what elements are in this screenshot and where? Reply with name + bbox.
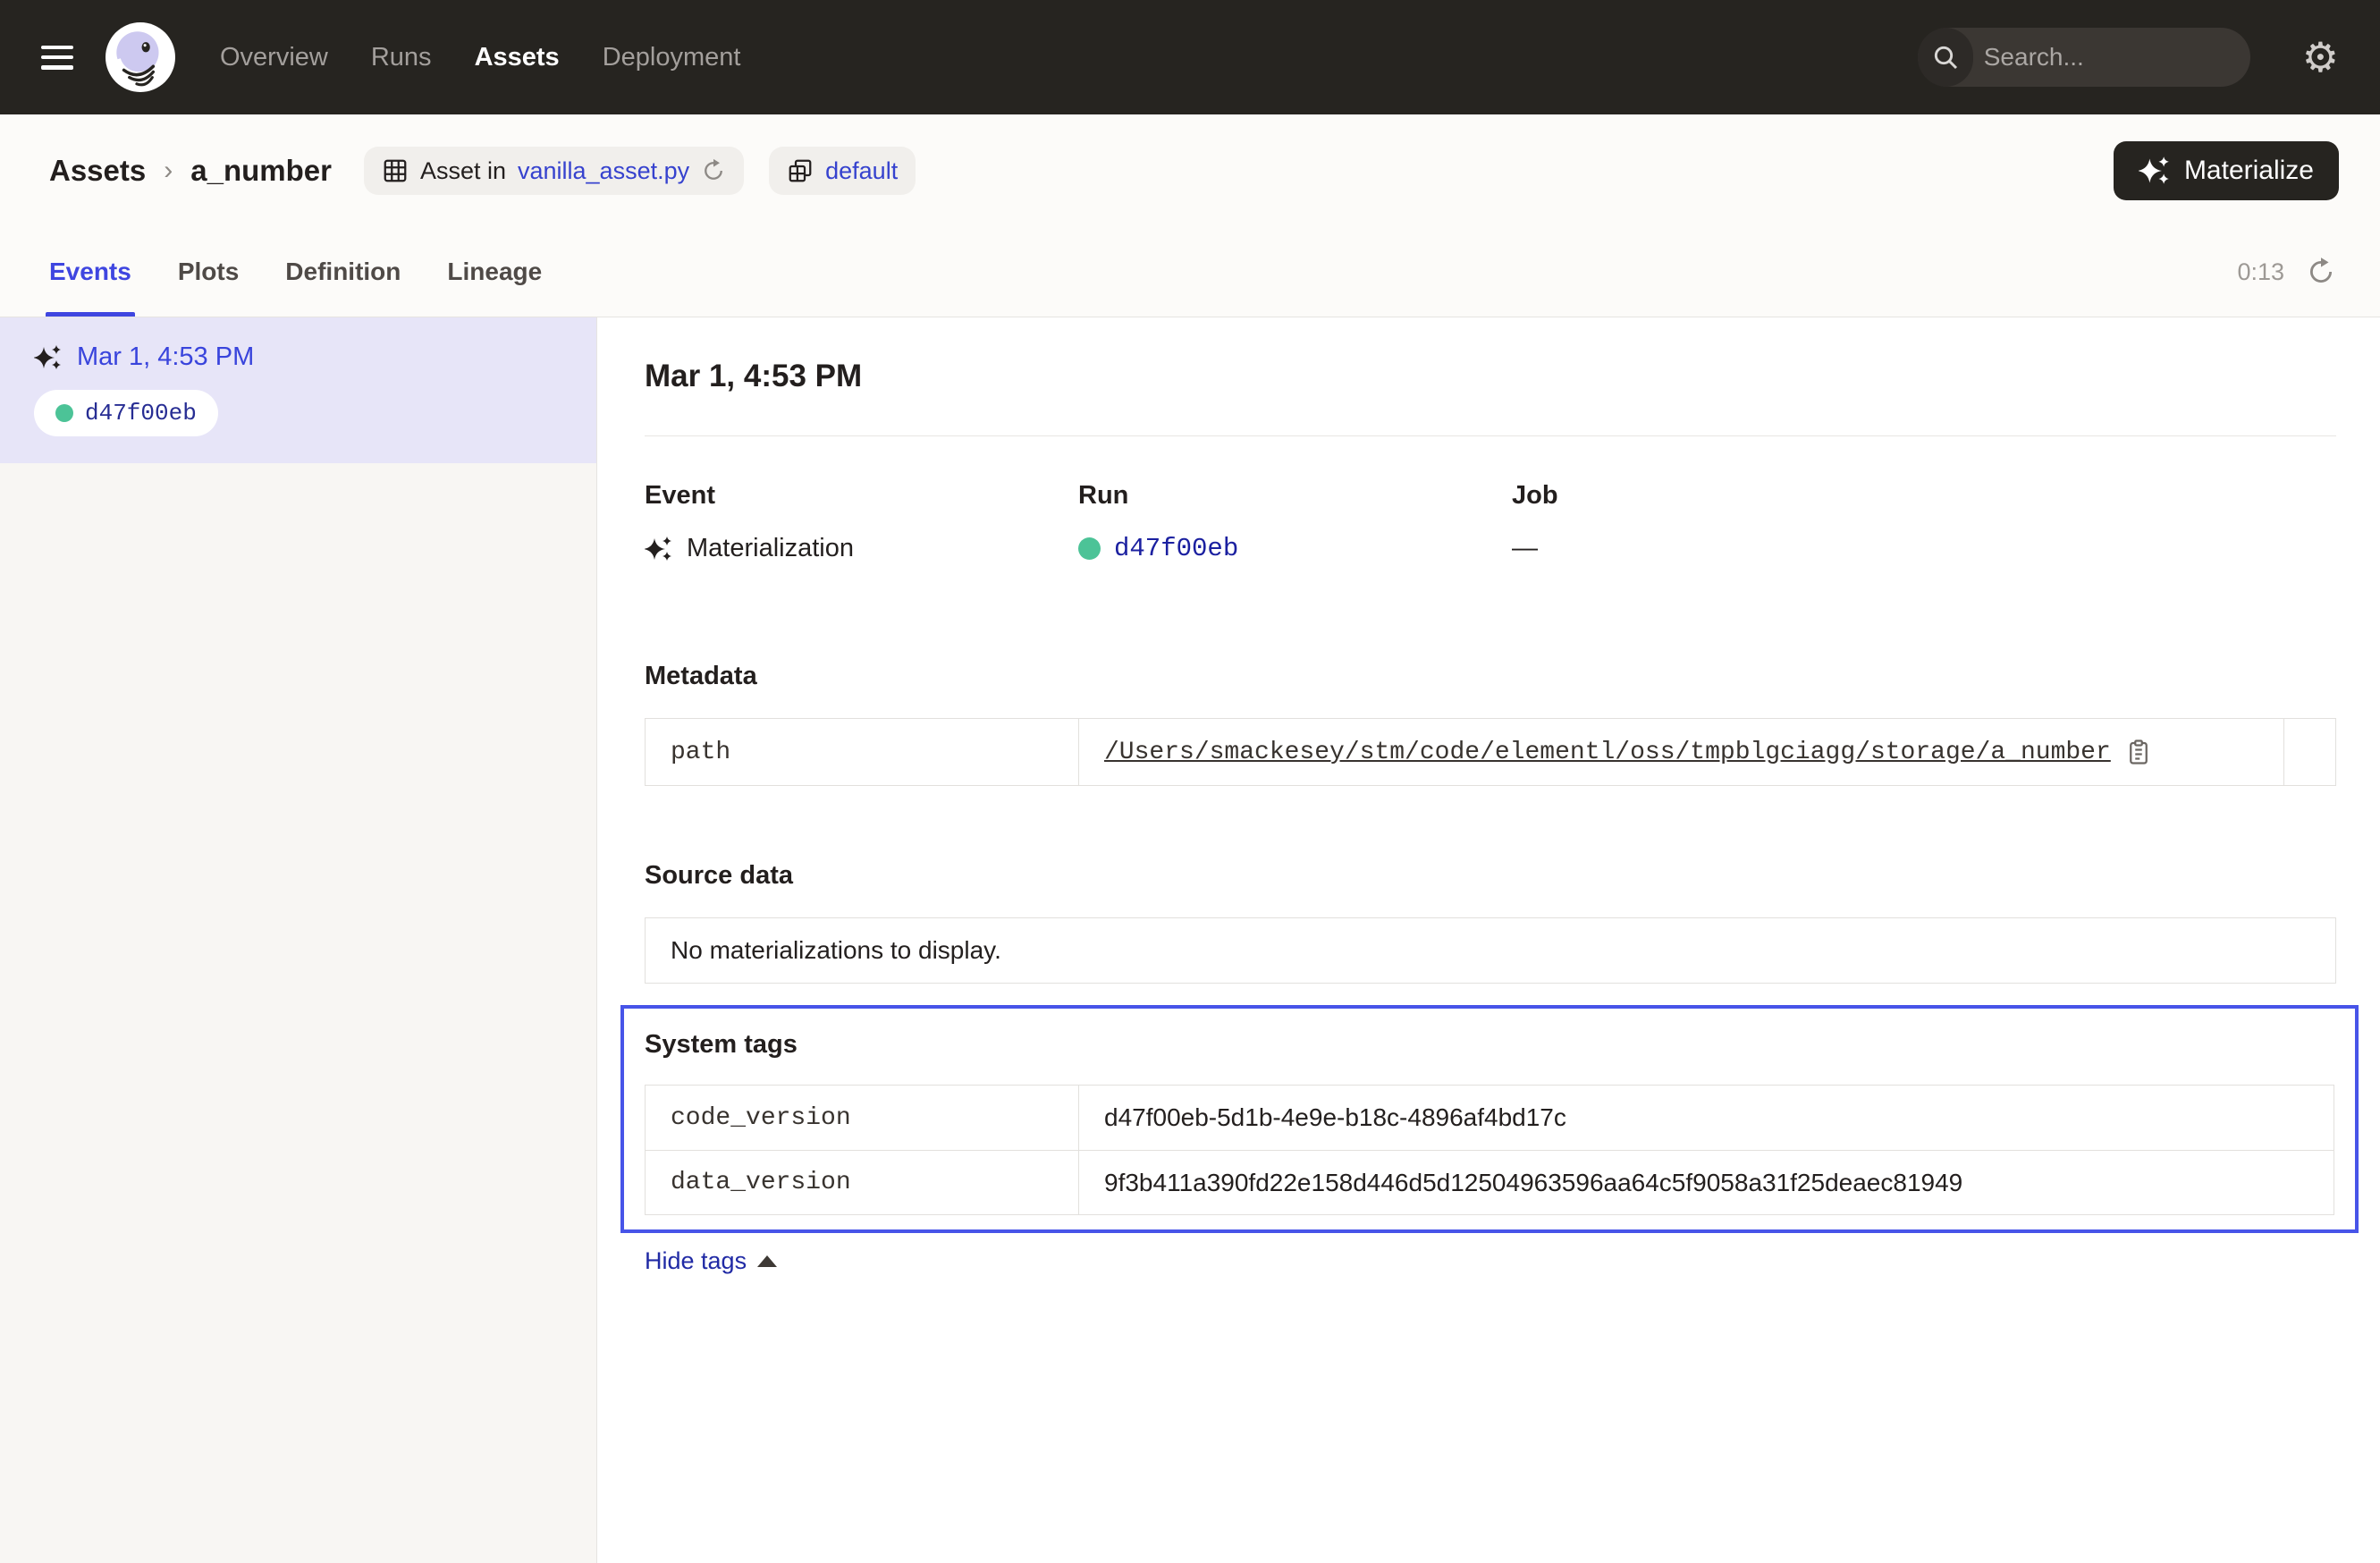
repository-link[interactable]: default [825,157,898,185]
hamburger-menu-icon[interactable] [41,46,73,70]
event-detail-pane: Mar 1, 4:53 PM Event Materialization [597,317,2380,1563]
system-tags-section-highlighted: System tags code_version d47f00eb-5d1b-4… [620,1005,2359,1233]
tab-definition[interactable]: Definition [285,227,401,317]
divider [645,435,2336,436]
breadcrumb-asset-name: a_number [190,154,332,188]
nav-item-runs[interactable]: Runs [371,43,432,72]
source-data-empty-state: No materializations to display. [645,917,2336,984]
table-row: data_version 9f3b411a390fd22e158d446d5d1… [646,1150,2334,1214]
dagster-logo-icon[interactable] [105,22,175,92]
repository-badge[interactable]: default [769,147,916,195]
copy-to-clipboard-icon[interactable] [2125,739,2152,765]
tag-value: d47f00eb-5d1b-4e9e-b18c-4896af4bd17c [1078,1086,2334,1150]
event-list-item-selected[interactable]: Mar 1, 4:53 PM d47f00eb [0,317,596,463]
materialization-sparkle-icon [645,535,673,563]
table-row: code_version d47f00eb-5d1b-4e9e-b18c-489… [646,1086,2334,1150]
reload-code-icon[interactable] [701,158,726,183]
search-input[interactable] [1973,43,2250,72]
event-type-label: Materialization [687,534,854,563]
materialize-label: Materialize [2184,156,2314,186]
search-icon [1918,28,1973,87]
refresh-icon[interactable] [2306,257,2336,287]
asset-badge-prefix: Asset in [420,157,506,185]
run-status-dot [1078,537,1101,560]
event-summary-table: Event Materialization Run d47f0 [645,481,2336,563]
metadata-action-cell [2283,719,2335,785]
page-header: Assets › a_number Asset in vanilla_asset… [0,114,2380,227]
run-status-dot [55,404,73,422]
event-timestamp-link[interactable]: Mar 1, 4:53 PM [77,342,254,372]
event-title: Mar 1, 4:53 PM [645,359,2336,394]
asset-definition-badge[interactable]: Asset in vanilla_asset.py [364,147,744,195]
metadata-table: path /Users/smackesey/stm/code/elementl/… [645,718,2336,786]
sparkles-icon [2139,155,2171,187]
asset-grid-icon [382,157,409,184]
materialize-button[interactable]: Materialize [2114,141,2339,200]
nav-item-overview[interactable]: Overview [220,43,328,72]
top-nav: Overview Runs Assets Deployment / ⚙ [0,0,2380,114]
tab-lineage[interactable]: Lineage [447,227,542,317]
settings-gear-icon[interactable]: ⚙ [2302,37,2339,78]
event-list-sidebar: Mar 1, 4:53 PM d47f00eb [0,317,597,1563]
hide-tags-link[interactable]: Hide tags [645,1247,777,1275]
system-tags-heading: System tags [645,1030,2334,1060]
source-data-heading: Source data [645,861,2336,891]
system-tags-table: code_version d47f00eb-5d1b-4e9e-b18c-489… [645,1085,2334,1215]
search-box[interactable]: / [1918,28,2250,87]
tab-plots[interactable]: Plots [178,227,239,317]
tab-events[interactable]: Events [49,227,131,317]
run-id-badge[interactable]: d47f00eb [34,390,218,436]
job-column-header: Job [1512,481,2336,511]
refresh-countdown: 0:13 [2237,258,2284,286]
job-value: — [1512,534,1538,563]
repository-icon [787,157,814,184]
caret-up-icon [757,1255,777,1267]
nav-links: Overview Runs Assets Deployment [220,43,740,72]
metadata-key: path [646,719,1078,785]
metadata-path-link[interactable]: /Users/smackesey/stm/code/elementl/oss/t… [1104,739,2111,766]
run-id-link[interactable]: d47f00eb [1114,534,1238,563]
tag-key: code_version [646,1086,1078,1150]
tag-key: data_version [646,1151,1078,1214]
event-column-header: Event [645,481,1078,511]
nav-item-assets[interactable]: Assets [475,43,560,72]
tab-bar: Events Plots Definition Lineage 0:13 [0,227,2380,317]
metadata-heading: Metadata [645,662,2336,691]
run-column-header: Run [1078,481,1512,511]
asset-events-page: Overview Runs Assets Deployment / ⚙ Asse… [0,0,2380,1563]
nav-item-deployment[interactable]: Deployment [603,43,741,72]
breadcrumb-assets[interactable]: Assets [49,154,146,188]
materialization-sparkle-icon [34,343,63,372]
breadcrumb-separator: › [164,156,173,186]
tag-value: 9f3b411a390fd22e158d446d5d12504963596aa6… [1078,1151,2334,1214]
asset-file-link[interactable]: vanilla_asset.py [518,157,689,185]
run-id-label: d47f00eb [85,400,197,427]
